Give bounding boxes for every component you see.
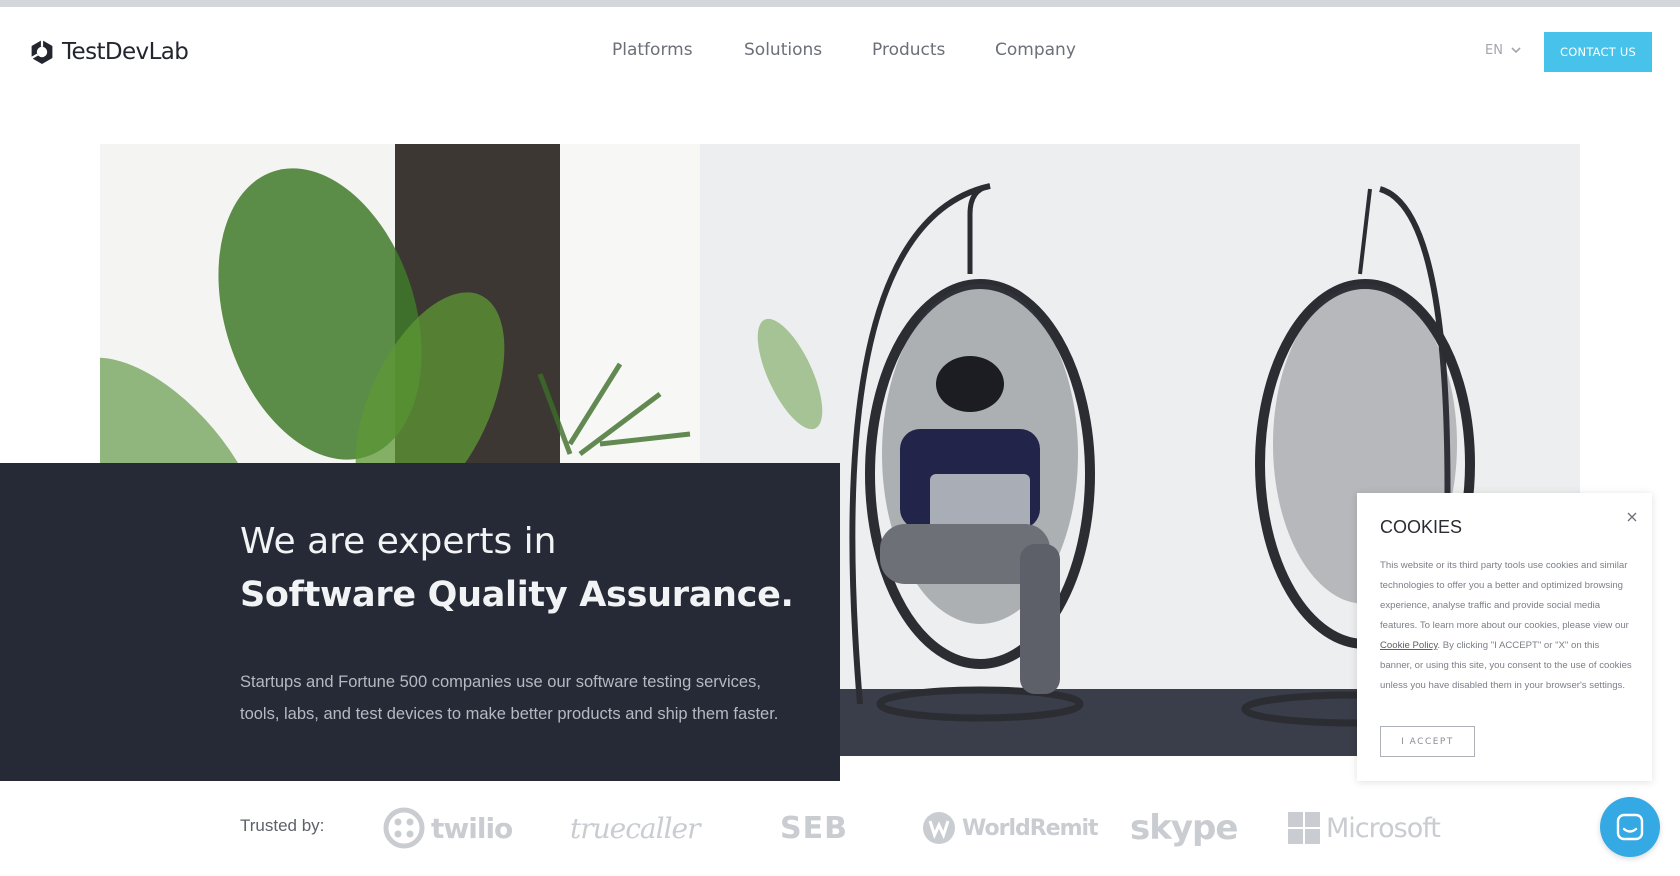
client-name: skype [1130, 808, 1238, 848]
chat-icon [1616, 813, 1644, 841]
cookie-title: COOKIES [1380, 517, 1463, 537]
client-logo-truecaller: truecaller [570, 806, 700, 850]
client-name: twilio [431, 811, 513, 845]
close-icon[interactable] [1625, 510, 1639, 524]
nav-company[interactable]: Company [995, 40, 1076, 60]
client-name: truecaller [570, 811, 700, 845]
contact-us-button[interactable]: CONTACT US [1544, 32, 1652, 72]
accept-cookies-button[interactable]: I ACCEPT [1380, 726, 1475, 757]
chat-launcher-button[interactable] [1600, 797, 1660, 857]
client-name: WorldRemit [962, 815, 1099, 841]
client-logo-seb: SEB [780, 806, 848, 850]
client-logo-twilio: twilio [383, 806, 513, 850]
cookie-banner: COOKIES This website or its third party … [1357, 493, 1652, 781]
nav-platforms[interactable]: Platforms [612, 40, 693, 60]
language-selector[interactable]: EN [1485, 43, 1521, 58]
trusted-by-label: Trusted by: [240, 816, 325, 835]
chevron-down-icon [1511, 47, 1521, 54]
hero-title-line1: We are experts in [240, 521, 557, 562]
client-logo-worldremit: WorldRemit [922, 806, 1099, 850]
nav-solutions[interactable]: Solutions [744, 40, 822, 60]
cookie-text: This website or its third party tools us… [1380, 556, 1632, 696]
client-logo-skype: skype [1130, 806, 1238, 850]
microsoft-icon [1288, 812, 1320, 844]
cookie-policy-link[interactable]: Cookie Policy [1380, 640, 1437, 651]
hero-title-line2: Software Quality Assurance. [240, 575, 794, 615]
hero-panel [0, 463, 840, 781]
twilio-icon [383, 807, 425, 849]
language-label: EN [1485, 43, 1503, 58]
nav-products[interactable]: Products [872, 40, 945, 60]
top-border [0, 0, 1680, 7]
worldremit-icon [923, 812, 955, 844]
hero-subtitle: Startups and Fortune 500 companies use o… [240, 673, 779, 723]
client-logo-microsoft: Microsoft [1288, 806, 1441, 850]
main-nav: Platforms Solutions Products Company [0, 40, 1680, 66]
client-name: SEB [780, 810, 848, 846]
client-name: Microsoft [1326, 812, 1441, 844]
cookie-text-part1: This website or its third party tools us… [1380, 560, 1629, 631]
